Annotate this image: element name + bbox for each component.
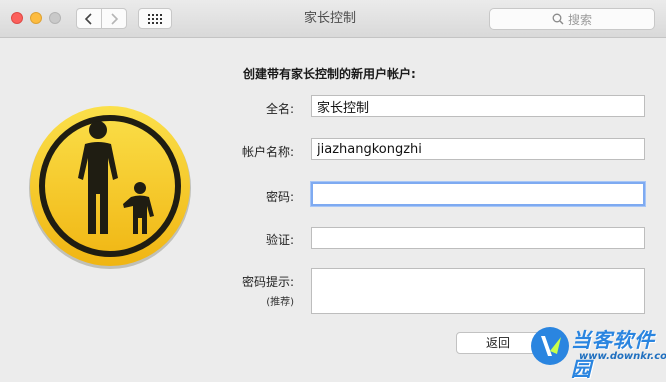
search-field[interactable]: 搜索 xyxy=(489,8,655,30)
forward-button[interactable] xyxy=(101,8,127,29)
chevron-left-icon xyxy=(84,12,92,25)
password-label: 密码: xyxy=(265,190,294,204)
show-all-button[interactable] xyxy=(138,8,172,29)
minimize-window-button[interactable] xyxy=(30,12,42,24)
password-field[interactable] xyxy=(311,182,645,206)
main-content: 创建带有家长控制的新用户帐户: 全名: 帐户名称: 密码: 验证: 密码提示: … xyxy=(0,38,666,381)
account-name-label: 帐户名称: xyxy=(241,145,294,159)
account-name-field[interactable] xyxy=(311,138,645,160)
password-hint-label: 密码提示: xyxy=(241,275,294,289)
watermark-url: www.downkr.com xyxy=(579,351,666,362)
password-hint-recommended: (推荐) xyxy=(266,297,294,308)
chevron-right-icon xyxy=(111,12,119,25)
verify-label: 验证: xyxy=(265,233,294,247)
full-name-field[interactable] xyxy=(311,95,645,117)
close-window-button[interactable] xyxy=(11,12,23,24)
parental-controls-icon xyxy=(29,106,191,269)
search-icon xyxy=(552,13,564,25)
back-form-button[interactable]: 返回 xyxy=(456,332,540,354)
grid-icon xyxy=(148,13,162,24)
title-bar: 家长控制 搜索 xyxy=(0,0,666,38)
form-heading: 创建带有家长控制的新用户帐户: xyxy=(243,67,416,81)
watermark-logo-icon xyxy=(531,327,569,365)
verify-field[interactable] xyxy=(311,227,645,249)
zoom-window-button[interactable] xyxy=(49,12,61,24)
full-name-label: 全名: xyxy=(265,102,294,116)
search-placeholder: 搜索 xyxy=(567,12,592,27)
window-title: 家长控制 xyxy=(303,11,356,26)
back-button[interactable] xyxy=(76,8,102,29)
password-hint-field[interactable] xyxy=(311,268,645,314)
